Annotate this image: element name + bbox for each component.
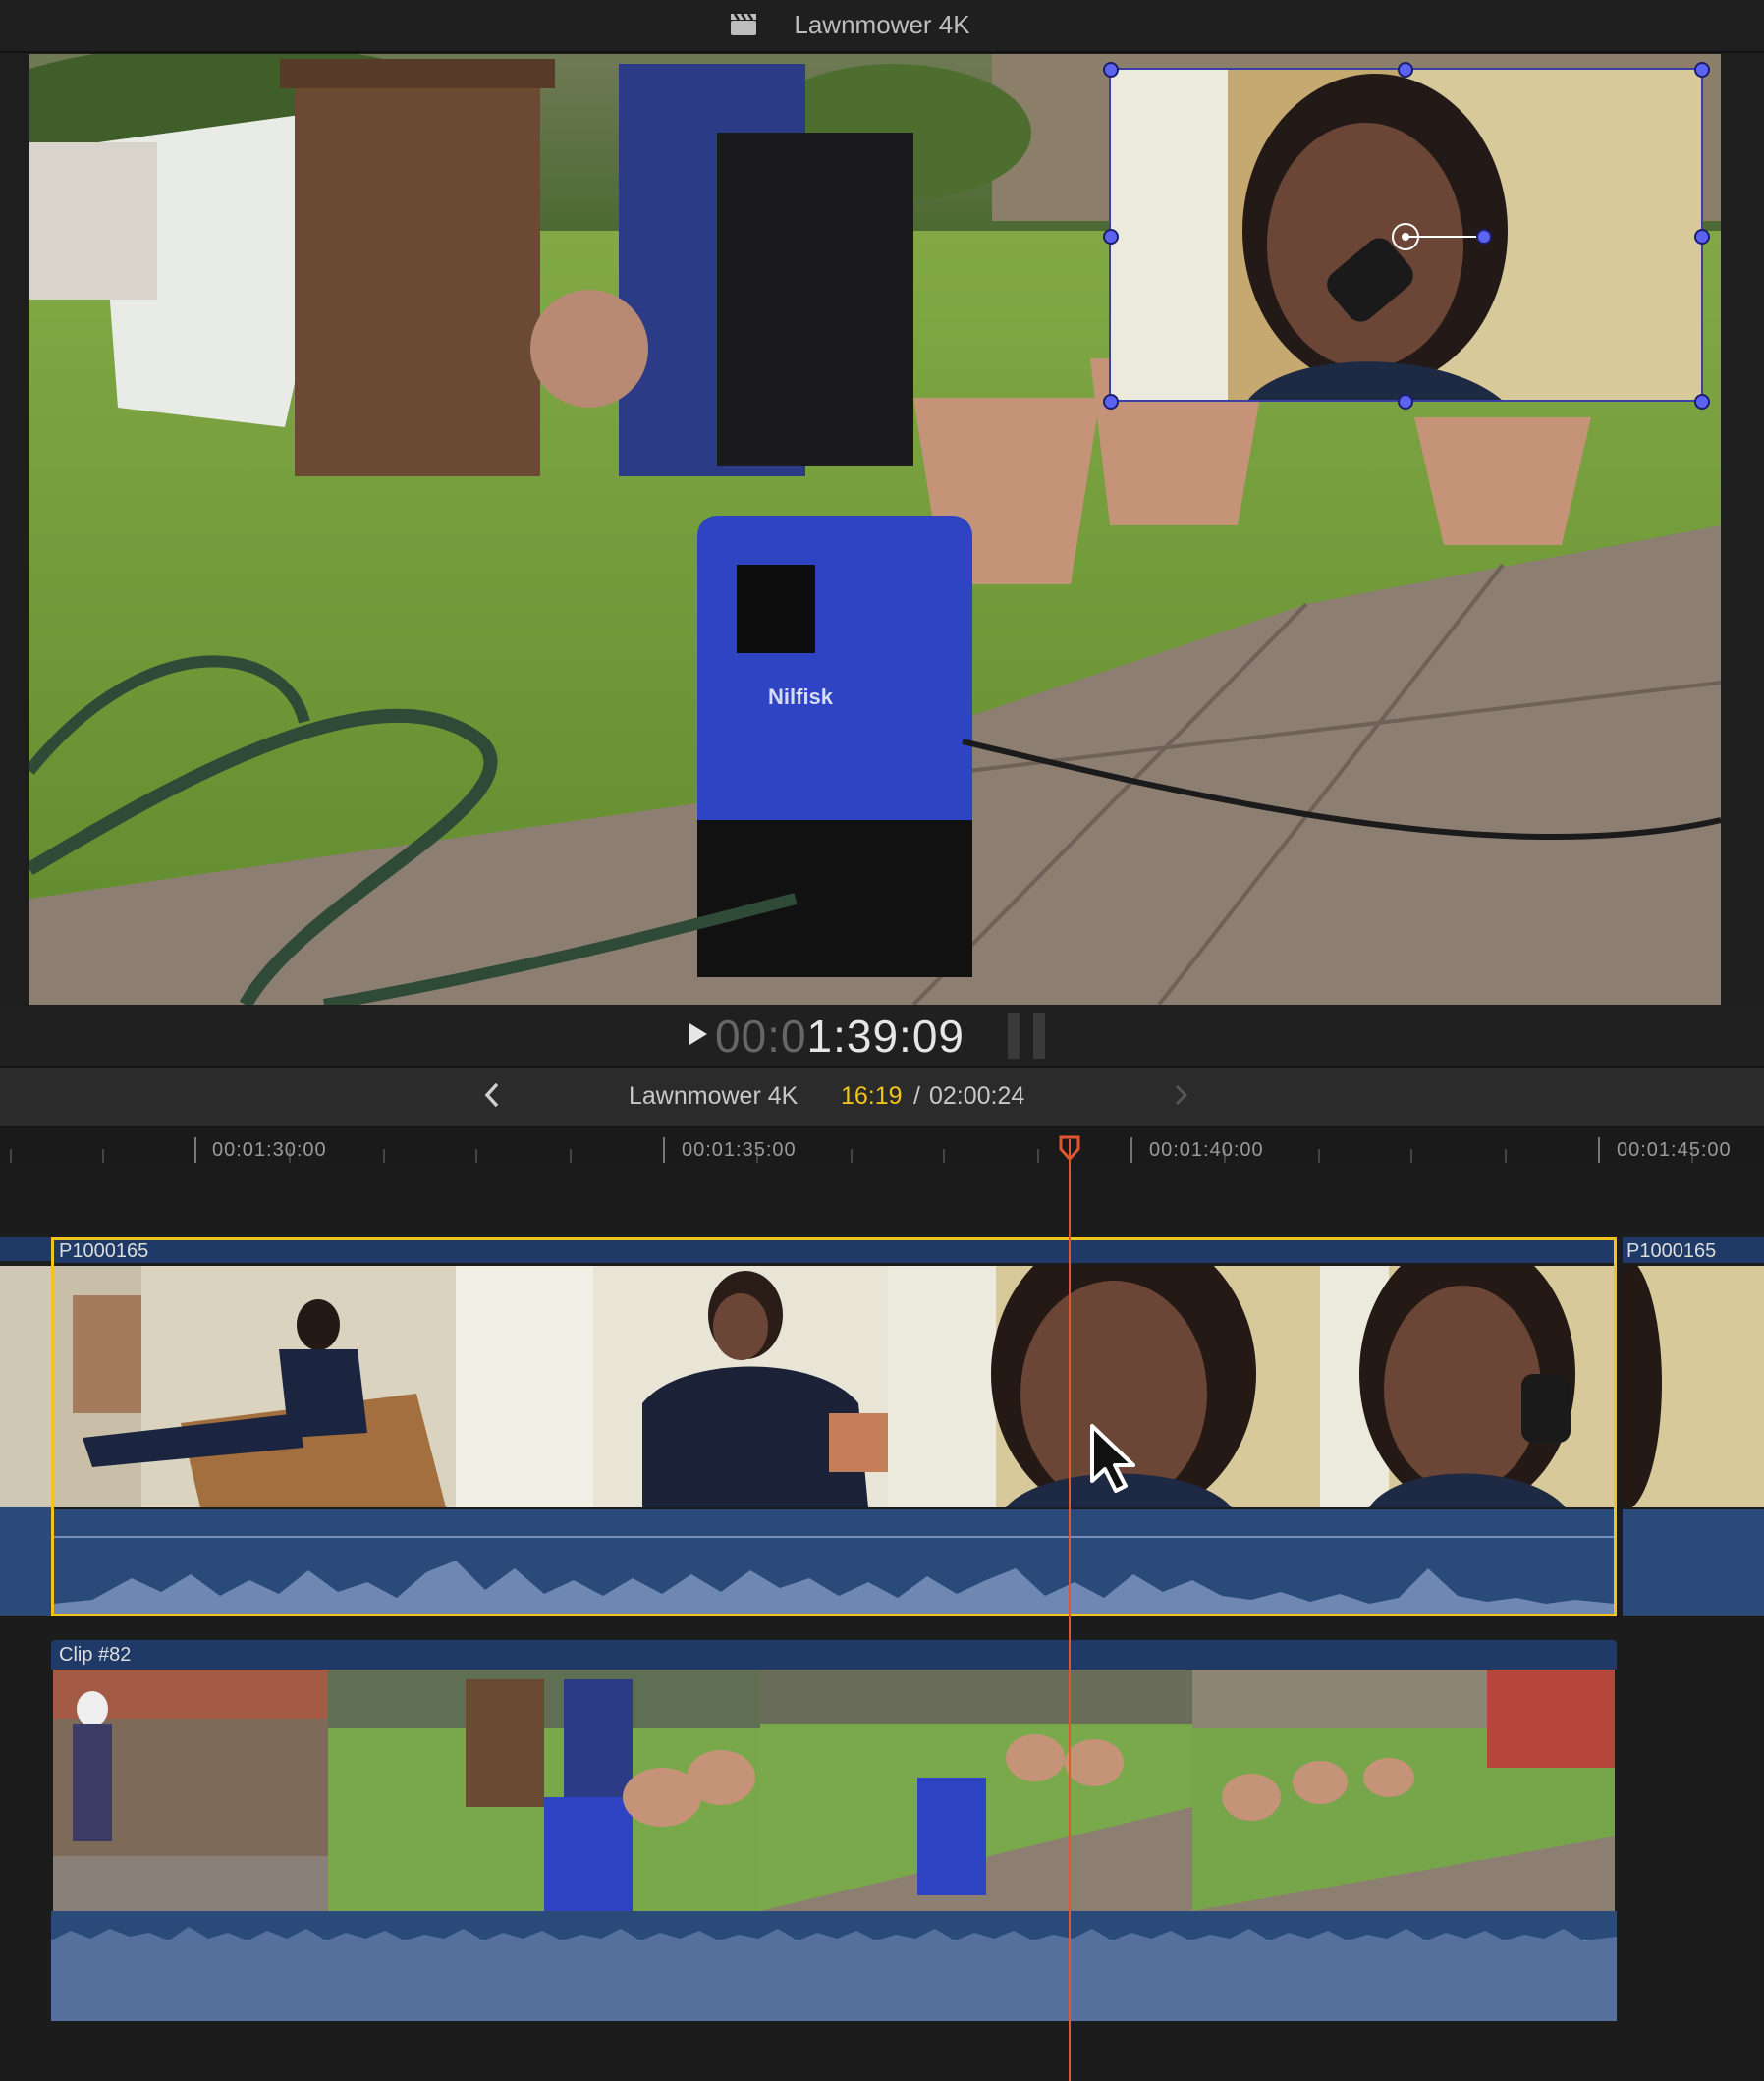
timeline-project-name: Lawnmower 4K	[629, 1082, 799, 1110]
connected-clip-filmstrip[interactable]	[53, 1670, 1615, 1911]
timeline-duration: 02:00:24	[929, 1082, 1025, 1110]
timecode-main: 1:39:09	[806, 1011, 965, 1062]
previous-clip-filmstrip[interactable]	[0, 1266, 51, 1507]
connected-clip-header[interactable]	[51, 1640, 1617, 1670]
ruler-minor-tick	[102, 1149, 104, 1163]
previous-clip-header[interactable]	[0, 1237, 51, 1261]
ruler-label: 00:01:40:00	[1149, 1139, 1264, 1161]
ruler-major-tick	[663, 1137, 665, 1163]
playhead-icon[interactable]	[1059, 1135, 1080, 1161]
ruler-major-tick	[1598, 1137, 1600, 1163]
ruler-minor-tick	[1318, 1149, 1320, 1163]
ruler-minor-tick	[475, 1149, 477, 1163]
ruler-label: 00:01:45:00	[1617, 1139, 1732, 1161]
next-clip-thumbnail	[1623, 1266, 1764, 1507]
ruler-minor-tick	[383, 1149, 385, 1163]
play-icon[interactable]	[688, 1021, 709, 1047]
connected-audio-wave-shape	[51, 1911, 1617, 2021]
connected-clip-audio-waveform[interactable]	[51, 1911, 1617, 2021]
ruler-minor-tick	[10, 1149, 12, 1163]
forward-arrow-icon[interactable]	[1172, 1080, 1191, 1110]
time-separator: /	[913, 1082, 920, 1110]
svg-text:Nilfisk: Nilfisk	[768, 685, 834, 709]
previous-clip-audio[interactable]	[0, 1507, 51, 1616]
ruler-major-tick	[194, 1137, 196, 1163]
window-title: Lawnmower 4K	[794, 10, 970, 39]
clip-selection-outline	[51, 1237, 1617, 1616]
ruler-label: 00:01:35:00	[682, 1139, 797, 1161]
back-arrow-icon[interactable]	[481, 1080, 503, 1110]
ruler-minor-tick	[570, 1149, 572, 1163]
ruler-major-tick	[1130, 1137, 1132, 1163]
connected-clip-thumbnails	[53, 1670, 1615, 1911]
connected-clip-name: Clip #82	[59, 1644, 132, 1666]
timecode-dim: 00:0	[715, 1011, 807, 1062]
video-viewer[interactable]: Nilfisk	[29, 54, 1721, 1005]
ruler-minor-tick	[1505, 1149, 1507, 1163]
ruler-minor-tick	[943, 1149, 945, 1163]
pause-icon	[1008, 1013, 1045, 1059]
ruler-minor-tick	[1410, 1149, 1412, 1163]
next-clip-filmstrip[interactable]	[1623, 1266, 1764, 1507]
pointer-cursor-icon	[1090, 1424, 1135, 1493]
ruler-minor-tick	[1037, 1149, 1039, 1163]
timecode-display[interactable]: 00:01:39:09	[715, 1010, 965, 1063]
ruler-label: 00:01:30:00	[212, 1139, 327, 1161]
next-clip-name: P1000165	[1626, 1240, 1717, 1262]
ruler-minor-tick	[851, 1149, 853, 1163]
next-clip-audio[interactable]	[1623, 1509, 1764, 1616]
playhead-line[interactable]	[1069, 1139, 1071, 2081]
viewer-frame-image: Nilfisk	[29, 54, 1721, 1005]
timeline-playhead-time: 16:19	[841, 1082, 903, 1110]
